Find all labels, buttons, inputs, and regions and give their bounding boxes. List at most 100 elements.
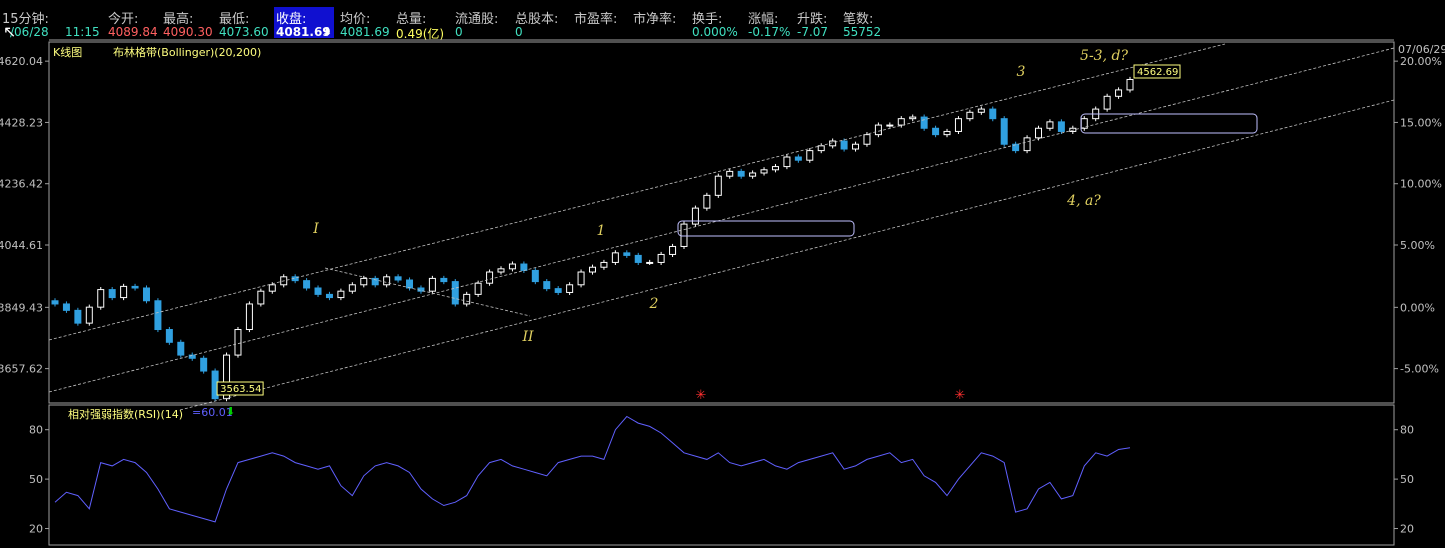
candle-body — [440, 277, 448, 283]
candle-body — [85, 306, 93, 324]
y-tick-label-left: 3849.43 — [0, 301, 43, 314]
candle-body — [165, 329, 173, 343]
y-tick-label-right: 10.00% — [1400, 178, 1442, 191]
rsi-tick-label-right: 20 — [1400, 523, 1414, 536]
candle-body — [245, 303, 253, 331]
candle-body — [1046, 121, 1054, 129]
candle-body — [154, 300, 162, 331]
candle-body — [852, 143, 860, 150]
candle-body — [989, 108, 997, 120]
candle-body — [337, 290, 345, 299]
candle-body — [97, 289, 105, 308]
candle-body — [691, 207, 699, 225]
candle-body — [51, 300, 59, 305]
candle-body — [325, 293, 333, 299]
candle-body — [817, 145, 825, 152]
rsi-tick-label-left: 20 — [29, 523, 43, 536]
candle-body — [120, 285, 128, 299]
candle-body — [909, 116, 917, 120]
wave-label: 2 — [649, 296, 659, 312]
wave-label: 3 — [1017, 64, 1026, 80]
y-tick-label-right: 15.00% — [1400, 116, 1442, 129]
boll-legend: 布林格带(Bollinger)(20,200) — [113, 46, 262, 59]
candle-body — [554, 288, 562, 293]
y-tick-label-right: 20.00% — [1400, 55, 1442, 68]
candle-body — [634, 254, 642, 263]
rsi-up-arrow-icon: ⬇ — [226, 405, 236, 418]
candle-body — [1103, 95, 1111, 110]
candle-body — [131, 285, 139, 289]
target-box — [677, 220, 855, 237]
target-box — [1080, 113, 1258, 134]
candle-body — [646, 261, 654, 264]
candle-body — [657, 253, 665, 263]
candle-body — [394, 276, 402, 281]
candle-body — [589, 266, 596, 273]
wave-label: 1 — [597, 223, 606, 239]
y-tick-label-left: 4044.61 — [0, 239, 43, 252]
candle-body — [669, 245, 677, 255]
candle-body — [840, 140, 848, 150]
candle-body — [486, 271, 494, 284]
candle-body — [1115, 89, 1123, 97]
candle-body — [806, 150, 814, 161]
candle-body — [531, 269, 539, 283]
rsi-tick-label-left: 50 — [29, 473, 43, 486]
candle-body — [1023, 137, 1031, 152]
right-top-date: 07/06/29 — [1398, 43, 1445, 56]
candle-body — [1126, 78, 1134, 91]
candle-body — [234, 329, 242, 356]
candle-body — [863, 134, 871, 145]
candle-body — [74, 309, 82, 324]
candle-body — [520, 263, 528, 271]
candle-body — [1057, 121, 1065, 132]
candle-body — [932, 127, 940, 136]
trend-channel-line — [324, 267, 531, 317]
candle-body — [451, 281, 459, 305]
low-marker-label: 3563.54 — [220, 384, 261, 395]
candle-body — [1035, 127, 1043, 139]
candle-body — [577, 271, 585, 286]
candle-body — [611, 252, 619, 263]
candle-body — [783, 156, 791, 168]
candle-body — [771, 166, 779, 171]
rsi-tick-label-right: 50 — [1400, 473, 1414, 486]
candle-body — [497, 268, 505, 273]
candle-body — [760, 169, 768, 174]
price-panel-frame — [48, 41, 1395, 404]
high-marker-label: 4562.69 — [1137, 67, 1178, 78]
candle-body — [463, 293, 471, 305]
wave-label: II — [521, 329, 534, 345]
candle-body — [62, 303, 70, 311]
candle-body — [966, 111, 974, 120]
candle-body — [600, 261, 608, 268]
candle-body — [1000, 118, 1008, 145]
kline-chart[interactable]: 4620.04 20.00%4428.23 15.00%4236.42 10.00%4… — [0, 0, 1445, 548]
candle-body — [257, 290, 265, 305]
trend-channel-line — [48, 43, 1226, 341]
rsi-line — [54, 415, 1131, 523]
candle-body — [920, 116, 928, 129]
candle-body — [874, 124, 882, 136]
wave-label: 4, a? — [1066, 193, 1101, 209]
candle-body — [360, 277, 368, 286]
kline-legend: K线图 — [53, 46, 83, 59]
candle-body — [749, 172, 757, 177]
candle-body — [268, 284, 276, 292]
candle-body — [406, 279, 414, 289]
candle-body — [714, 175, 722, 196]
candle-body — [886, 124, 894, 127]
y-tick-label-right: 0.00% — [1400, 301, 1435, 314]
candle-body — [428, 277, 436, 292]
wave-label: 5-3, d? — [1080, 48, 1128, 64]
y-tick-label-left: 4428.23 — [0, 116, 43, 129]
candle-body — [726, 170, 734, 177]
candle-body — [623, 252, 631, 256]
candle-body — [383, 276, 391, 286]
signal-star-icon: ✳ — [696, 388, 707, 403]
rsi-tick-label-left: 80 — [29, 424, 43, 437]
y-tick-label-left: 4620.04 — [0, 55, 43, 68]
candle-body — [737, 170, 745, 177]
candle-body — [314, 287, 322, 295]
trend-channel-line — [48, 47, 1395, 393]
